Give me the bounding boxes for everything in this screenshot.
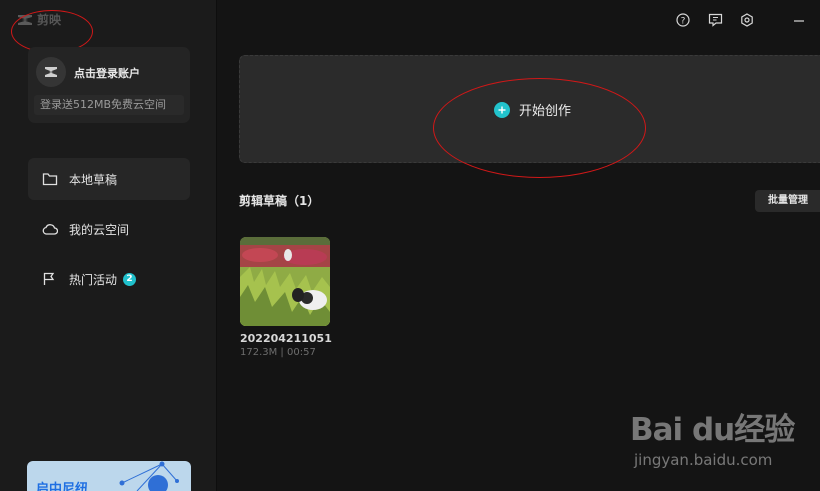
help-icon[interactable]: ? xyxy=(675,12,691,28)
banner-text: 启中尼纽 xyxy=(36,482,89,491)
capcut-avatar-icon xyxy=(45,67,57,77)
cloud-icon xyxy=(42,221,58,237)
batch-manage-button[interactable]: 批量管理 xyxy=(755,190,820,212)
account-card[interactable]: 点击登录账户 登录送512MB免费云空间 xyxy=(28,47,190,123)
notification-badge: 2 xyxy=(123,272,137,286)
sidebar-item-local-drafts[interactable]: 本地草稿 xyxy=(28,158,190,200)
draft-thumbnail-image xyxy=(240,237,330,326)
annotation-ellipse xyxy=(433,78,646,178)
folder-icon xyxy=(42,171,58,187)
drafts-section-title: 剪辑草稿（1） xyxy=(239,194,320,208)
promo-banner[interactable]: 启中尼纽 xyxy=(27,461,191,491)
draft-meta: 172.3M | 00:57 xyxy=(240,347,316,358)
sidebar-item-label: 本地草稿 xyxy=(69,172,118,187)
avatar[interactable] xyxy=(36,57,66,87)
sidebar-item-hot-events[interactable]: 热门活动 2 xyxy=(28,258,190,300)
sidebar: 剪映 点击登录账户 登录送512MB免费云空间 本地草稿 我的云空间 热门活动 … xyxy=(0,0,217,491)
baidu-watermark: Bai du经验 jingyan.baidu.com xyxy=(630,404,795,469)
sidebar-item-label: 热门活动 xyxy=(69,272,118,287)
promo-text: 登录送512MB免费云空间 xyxy=(34,95,184,115)
sidebar-item-cloud-space[interactable]: 我的云空间 xyxy=(28,208,190,250)
watermark-sub: jingyan.baidu.com xyxy=(634,451,773,469)
draft-card[interactable]: 202204211051 172.3M | 00:57 xyxy=(240,237,332,358)
draft-thumbnail[interactable] xyxy=(240,237,330,326)
flag-icon xyxy=(42,271,58,287)
sidebar-item-label: 我的云空间 xyxy=(69,222,130,237)
feedback-icon[interactable] xyxy=(707,12,723,28)
draft-name: 202204211051 xyxy=(240,332,332,345)
login-link[interactable]: 点击登录账户 xyxy=(74,65,140,81)
minimize-icon[interactable] xyxy=(791,12,807,28)
watermark-main: Bai du经验 xyxy=(630,412,795,448)
svg-text:?: ? xyxy=(681,17,686,27)
settings-icon[interactable] xyxy=(739,12,755,28)
